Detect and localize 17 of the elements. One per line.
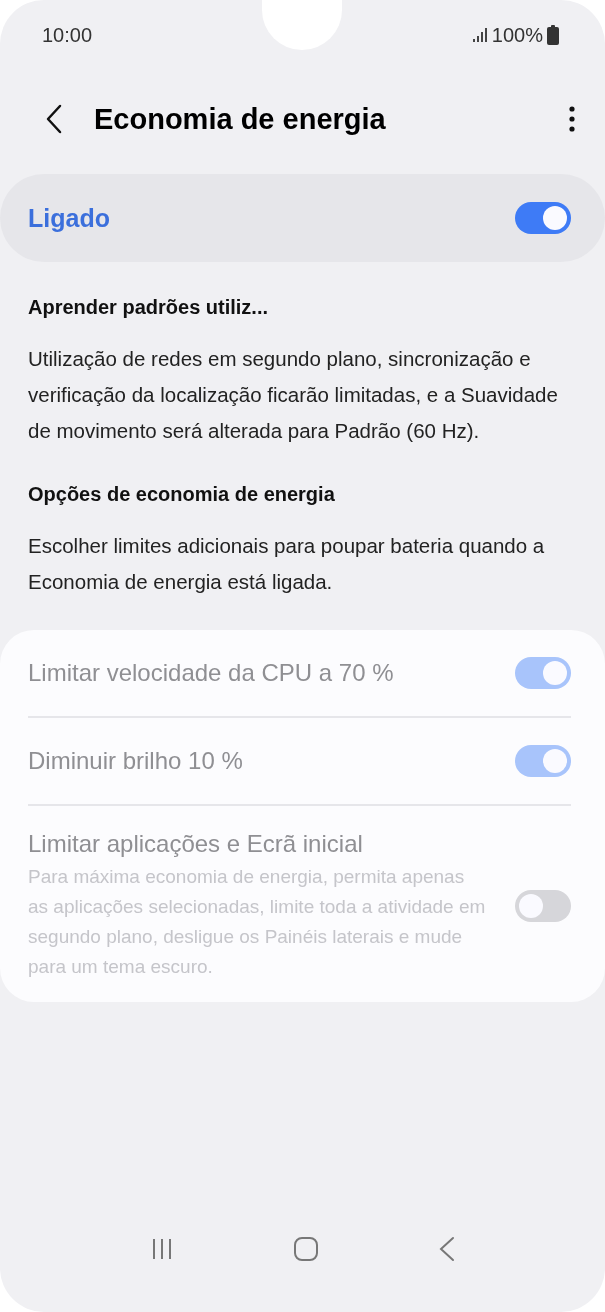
- option-label: Limitar velocidade da CPU a 70 %: [28, 659, 394, 687]
- battery-icon: [547, 25, 559, 45]
- status-time: 10:00: [42, 23, 93, 47]
- home-icon[interactable]: [292, 1236, 319, 1262]
- page-title: Economia de energia: [94, 102, 387, 136]
- signal-icon: [471, 27, 488, 43]
- section-description: Escolher limites adicionais para poupar bateria quando a Economia de energia está ligada.: [28, 533, 546, 595]
- section-title: Opções de economia de energia: [28, 483, 336, 506]
- section-description: Utilização de redes em segundo plano, sincronização e verificação da localização ficarão limitadas, e a Suavidade de movimento será alterada para Padrão (60 Hz).: [28, 346, 559, 444]
- section-title: Aprender padrões utiliz...: [28, 296, 270, 319]
- master-switch-bar[interactable]: Ligado: [0, 174, 605, 262]
- battery-percentage: 100%: [491, 23, 543, 47]
- toggle-switch[interactable]: [515, 202, 571, 234]
- more-options-icon[interactable]: [567, 105, 577, 133]
- switch-label: Ligado: [28, 203, 110, 233]
- option-label: Limitar aplicações e Ecrã inicial: [28, 830, 364, 858]
- option-label: Diminuir brilho 10 %: [28, 747, 243, 775]
